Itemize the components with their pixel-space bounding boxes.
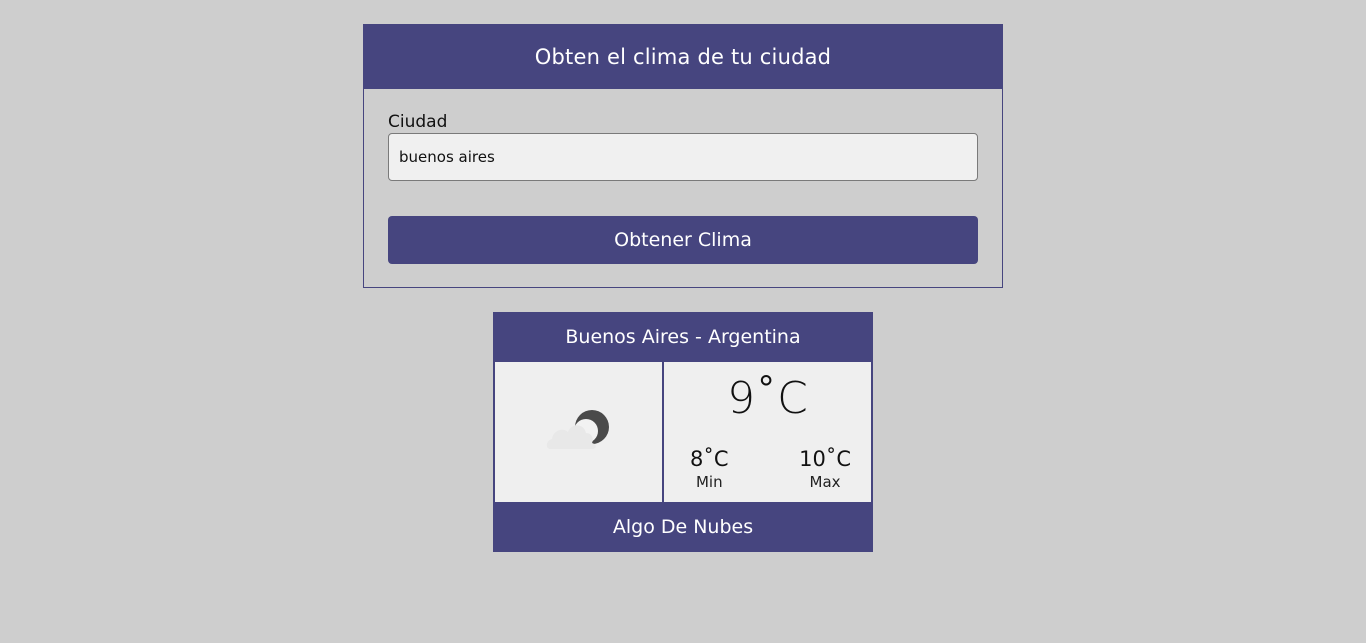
min-max-row: 8˚C Min 10˚C Max bbox=[664, 446, 871, 492]
get-weather-button[interactable]: Obtener Clima bbox=[388, 216, 978, 264]
weather-description: Algo De Nubes bbox=[612, 516, 754, 538]
min-temperature: 8˚C Min bbox=[690, 446, 729, 492]
min-temperature-label: Min bbox=[695, 473, 723, 491]
weather-search-form: Obten el clima de tu ciudad Ciudad Obten… bbox=[363, 24, 1003, 288]
weather-body: 9˚C 8˚C Min 10˚C Max bbox=[493, 362, 873, 502]
location-title: Buenos Aires - Argentina bbox=[565, 326, 801, 348]
max-temperature-value: 10˚C bbox=[799, 447, 851, 471]
city-input[interactable] bbox=[388, 133, 978, 181]
min-temperature-value: 8˚C bbox=[690, 447, 729, 471]
weather-icon-panel bbox=[495, 362, 662, 502]
temperature-panel: 9˚C 8˚C Min 10˚C Max bbox=[664, 362, 871, 502]
max-temperature: 10˚C Max bbox=[799, 446, 851, 492]
partly-cloudy-night-icon bbox=[546, 410, 609, 449]
current-temperature: 9˚C bbox=[727, 373, 808, 424]
form-title: Obten el clima de tu ciudad bbox=[364, 25, 1002, 89]
max-temperature-label: Max bbox=[809, 473, 841, 491]
city-label: Ciudad bbox=[388, 112, 448, 132]
weather-result-card: Buenos Aires - Argentina 9˚C 8˚C Min 10˚… bbox=[493, 312, 873, 552]
form-body: Ciudad Obtener Clima bbox=[364, 89, 1002, 264]
